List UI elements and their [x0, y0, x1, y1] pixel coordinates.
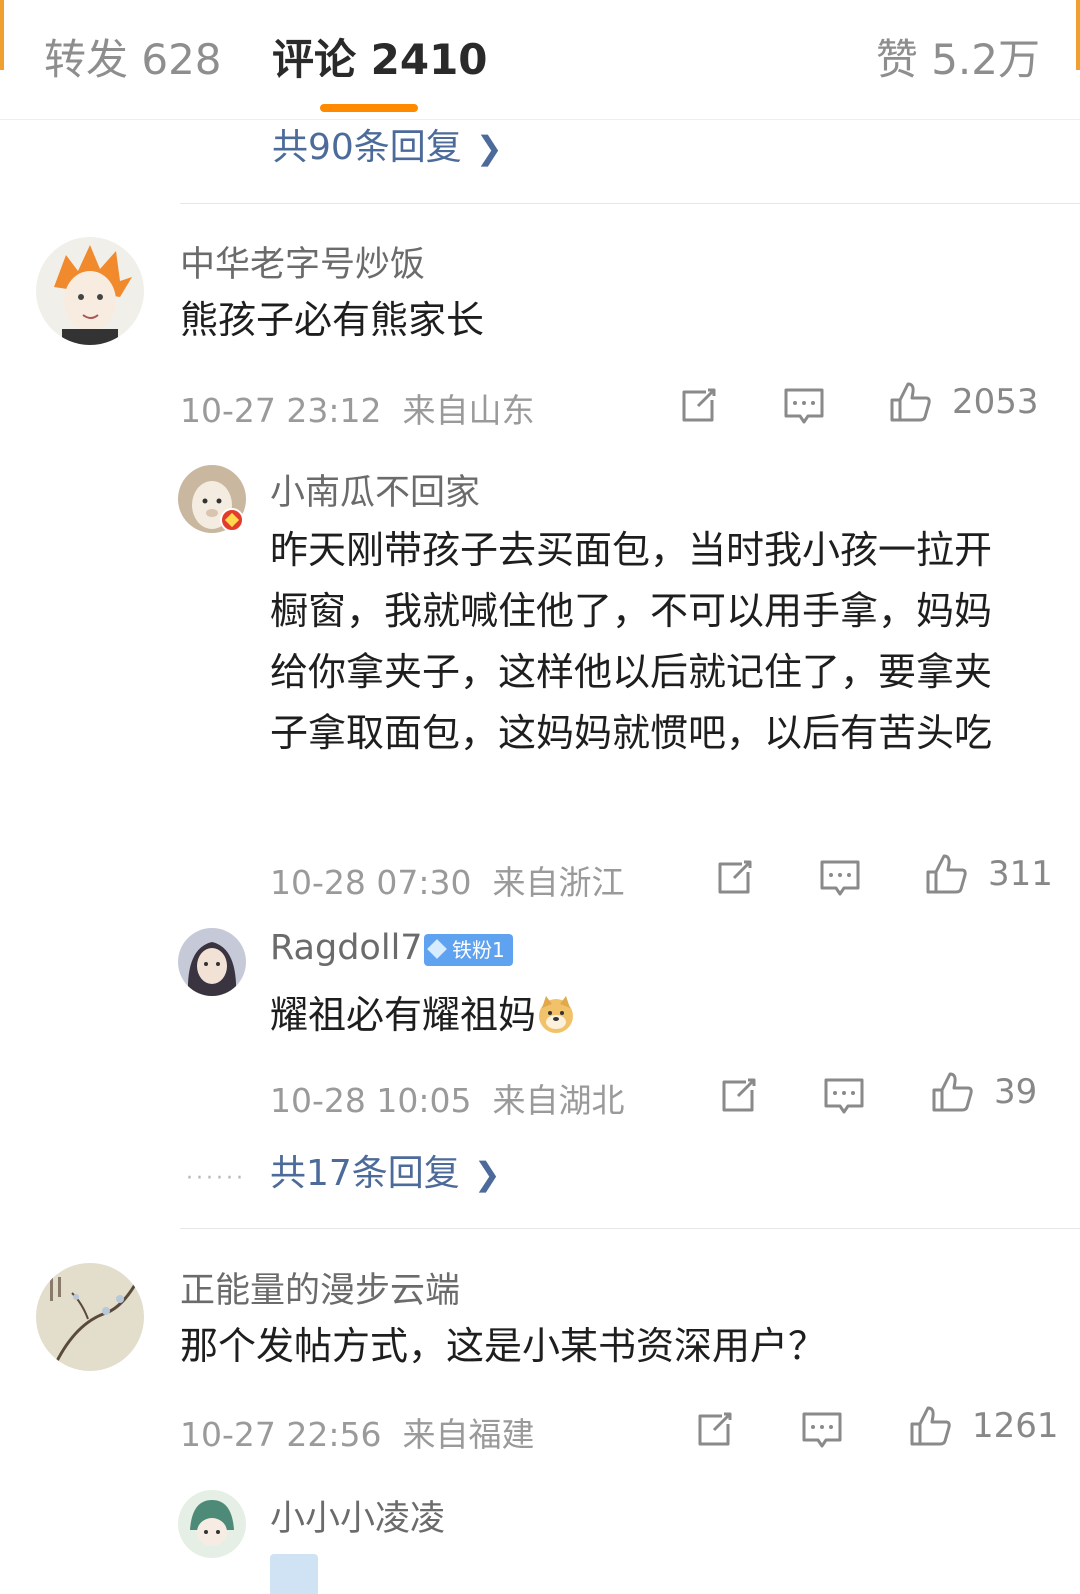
reply-text: 耀祖必有耀祖妈 — [270, 985, 576, 1046]
comment-bubble-icon[interactable] — [818, 856, 862, 900]
reply-username[interactable]: Ragdoll7 — [270, 928, 423, 968]
reply-location: 来自湖北 — [492, 1081, 625, 1120]
comment-location: 来自山东 — [402, 391, 535, 430]
reply-meta: 10-28 07:30 来自浙江 — [270, 856, 624, 904]
comment-time: 10-27 22:56 — [180, 1415, 382, 1454]
chevron-right-icon: ❯ — [473, 1155, 501, 1193]
active-tab-indicator — [320, 104, 418, 112]
reply-meta: 10-28 10:05 来自湖北 — [270, 1074, 624, 1122]
doge-emoji-icon — [539, 996, 574, 1033]
share-square-icon[interactable] — [712, 856, 756, 900]
comment-divider — [180, 1228, 1080, 1229]
comment-location: 来自福建 — [402, 1415, 535, 1454]
reply-username[interactable]: 小小小凌凌 — [270, 1490, 445, 1541]
avatar[interactable] — [178, 1490, 246, 1558]
comment-username[interactable]: 中华老字号炒饭 — [180, 236, 425, 287]
like-count: 2053 — [952, 382, 1039, 422]
chevron-right-icon: ❯ — [475, 129, 503, 167]
comment-bubble-icon[interactable] — [782, 384, 826, 428]
share-square-icon[interactable] — [692, 1408, 736, 1452]
fan-badge: 铁粉1 — [424, 934, 513, 966]
reply-text-content: 耀祖必有耀祖妈 — [270, 993, 537, 1037]
comment-username[interactable]: 正能量的漫步云端 — [180, 1262, 460, 1313]
reply-time: 10-28 07:30 — [270, 863, 472, 902]
tab-repost[interactable]: 转发 628 — [44, 34, 222, 86]
tab-bar: 转发 628 评论 2410 赞 5.2万 — [0, 0, 1080, 120]
more-replies-link[interactable]: 共17条回复 ❯ — [270, 1144, 501, 1196]
chibi-character-avatar-icon — [178, 1490, 246, 1558]
reply-text: 昨天刚带孩子去买面包，当时我小孩一拉开橱窗，我就喊住他了，不可以用手拿，妈妈给你… — [270, 528, 993, 755]
vip-badge-icon — [220, 508, 244, 532]
diamond-icon — [427, 939, 447, 959]
image-thumbnail[interactable] — [270, 1554, 318, 1594]
tab-comments[interactable]: 评论 2410 — [272, 34, 488, 86]
thumbs-up-icon[interactable] — [908, 1404, 952, 1448]
avatar[interactable] — [36, 237, 144, 345]
comment-meta: 10-27 23:12 来自山东 — [180, 384, 534, 432]
comment-divider — [180, 203, 1080, 204]
comment-text: 那个发帖方式，这是小某书资深用户？ — [180, 1324, 827, 1368]
thumbs-up-icon[interactable] — [888, 380, 932, 424]
thumbs-up-icon[interactable] — [930, 1070, 974, 1114]
comment-text: 熊孩子必有熊家长 — [180, 298, 485, 342]
reply-username[interactable]: 小南瓜不回家 — [270, 464, 480, 515]
avatar[interactable] — [178, 928, 246, 996]
comment-bubble-icon[interactable] — [822, 1074, 866, 1118]
comment-time: 10-27 23:12 — [180, 391, 382, 430]
like-count: 311 — [988, 854, 1053, 894]
plum-blossom-painting-avatar-icon — [36, 1263, 144, 1371]
thumbs-up-icon[interactable] — [924, 852, 968, 896]
tab-likes[interactable]: 赞 5.2万 — [876, 34, 1040, 86]
reply-time: 10-28 10:05 — [270, 1081, 472, 1120]
like-count: 39 — [994, 1072, 1038, 1112]
ellipsis-icon: ······ — [186, 1166, 246, 1191]
anime-boy-avatar-icon — [36, 237, 144, 345]
reply-location: 来自浙江 — [492, 863, 625, 902]
share-square-icon[interactable] — [676, 384, 720, 428]
like-count: 1261 — [972, 1406, 1059, 1446]
avatar[interactable] — [36, 1263, 144, 1371]
share-square-icon[interactable] — [716, 1074, 760, 1118]
fan-badge-label: 铁粉1 — [452, 938, 505, 962]
more-replies-label: 共90条回复 — [272, 127, 462, 168]
comment-panel: 转发 628 评论 2410 赞 5.2万 共90条回复 ❯ 中华老字号炒饭 熊孩… — [0, 0, 1080, 1594]
more-replies-link[interactable]: 共90条回复 ❯ — [272, 118, 503, 170]
girl-portrait-avatar-icon — [178, 928, 246, 996]
comment-meta: 10-27 22:56 来自福建 — [180, 1408, 534, 1456]
more-replies-label: 共17条回复 — [270, 1153, 460, 1194]
comment-bubble-icon[interactable] — [800, 1408, 844, 1452]
